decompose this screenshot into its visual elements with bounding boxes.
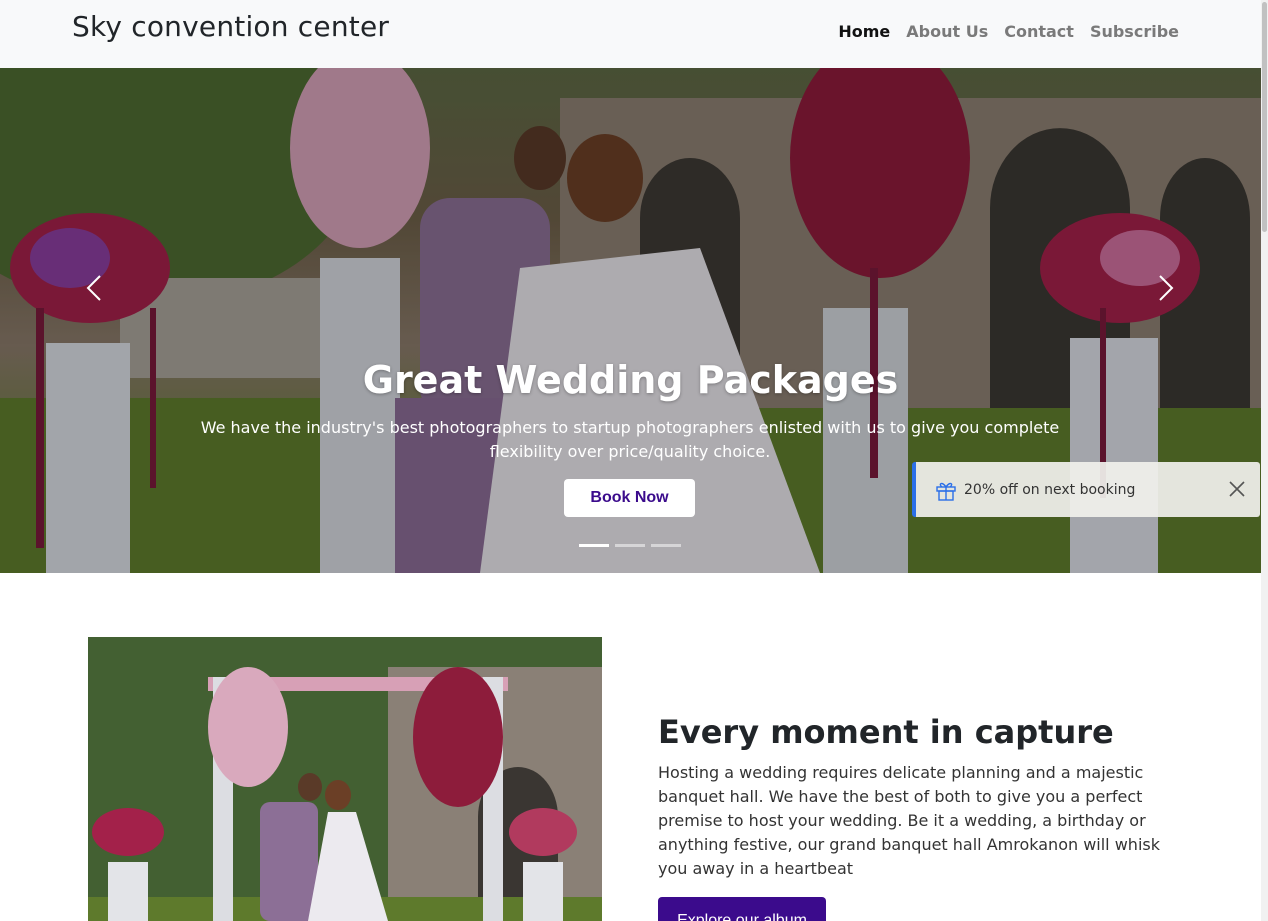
toast-message: 20% off on next booking [964, 481, 1136, 498]
nav-link-about-us[interactable]: About Us [906, 22, 988, 41]
book-now-button[interactable]: Book Now [564, 479, 695, 517]
brand-logo[interactable]: Sky convention center [72, 10, 389, 43]
promo-toast: 20% off on next booking [912, 462, 1260, 517]
feature-wedding-photo [88, 637, 602, 921]
hero-title: Great Wedding Packages [362, 358, 899, 402]
chevron-left-icon[interactable] [76, 268, 116, 308]
scrollbar-thumb[interactable] [1262, 2, 1267, 232]
feature-title: Every moment in capture [658, 713, 1114, 751]
carousel-indicator[interactable] [651, 544, 681, 547]
carousel-indicator[interactable] [579, 544, 609, 547]
carousel-indicators [579, 544, 681, 547]
nav-link-contact[interactable]: Contact [1004, 22, 1074, 41]
chevron-right-icon[interactable] [1144, 268, 1184, 308]
hero-subtitle: We have the industry's best photographer… [200, 418, 1060, 461]
nav-links: Home About Us Contact Subscribe [838, 22, 1179, 41]
page-scrollbar[interactable] [1261, 0, 1268, 921]
close-icon[interactable] [1226, 478, 1248, 500]
feature-description: Hosting a wedding requires delicate plan… [658, 763, 1160, 878]
carousel-indicator[interactable] [615, 544, 645, 547]
explore-album-button[interactable]: Explore our album [658, 897, 826, 921]
navbar: Sky convention center Home About Us Cont… [0, 0, 1261, 68]
gift-icon [936, 482, 956, 501]
nav-link-subscribe[interactable]: Subscribe [1090, 22, 1179, 41]
nav-link-home[interactable]: Home [838, 22, 890, 41]
